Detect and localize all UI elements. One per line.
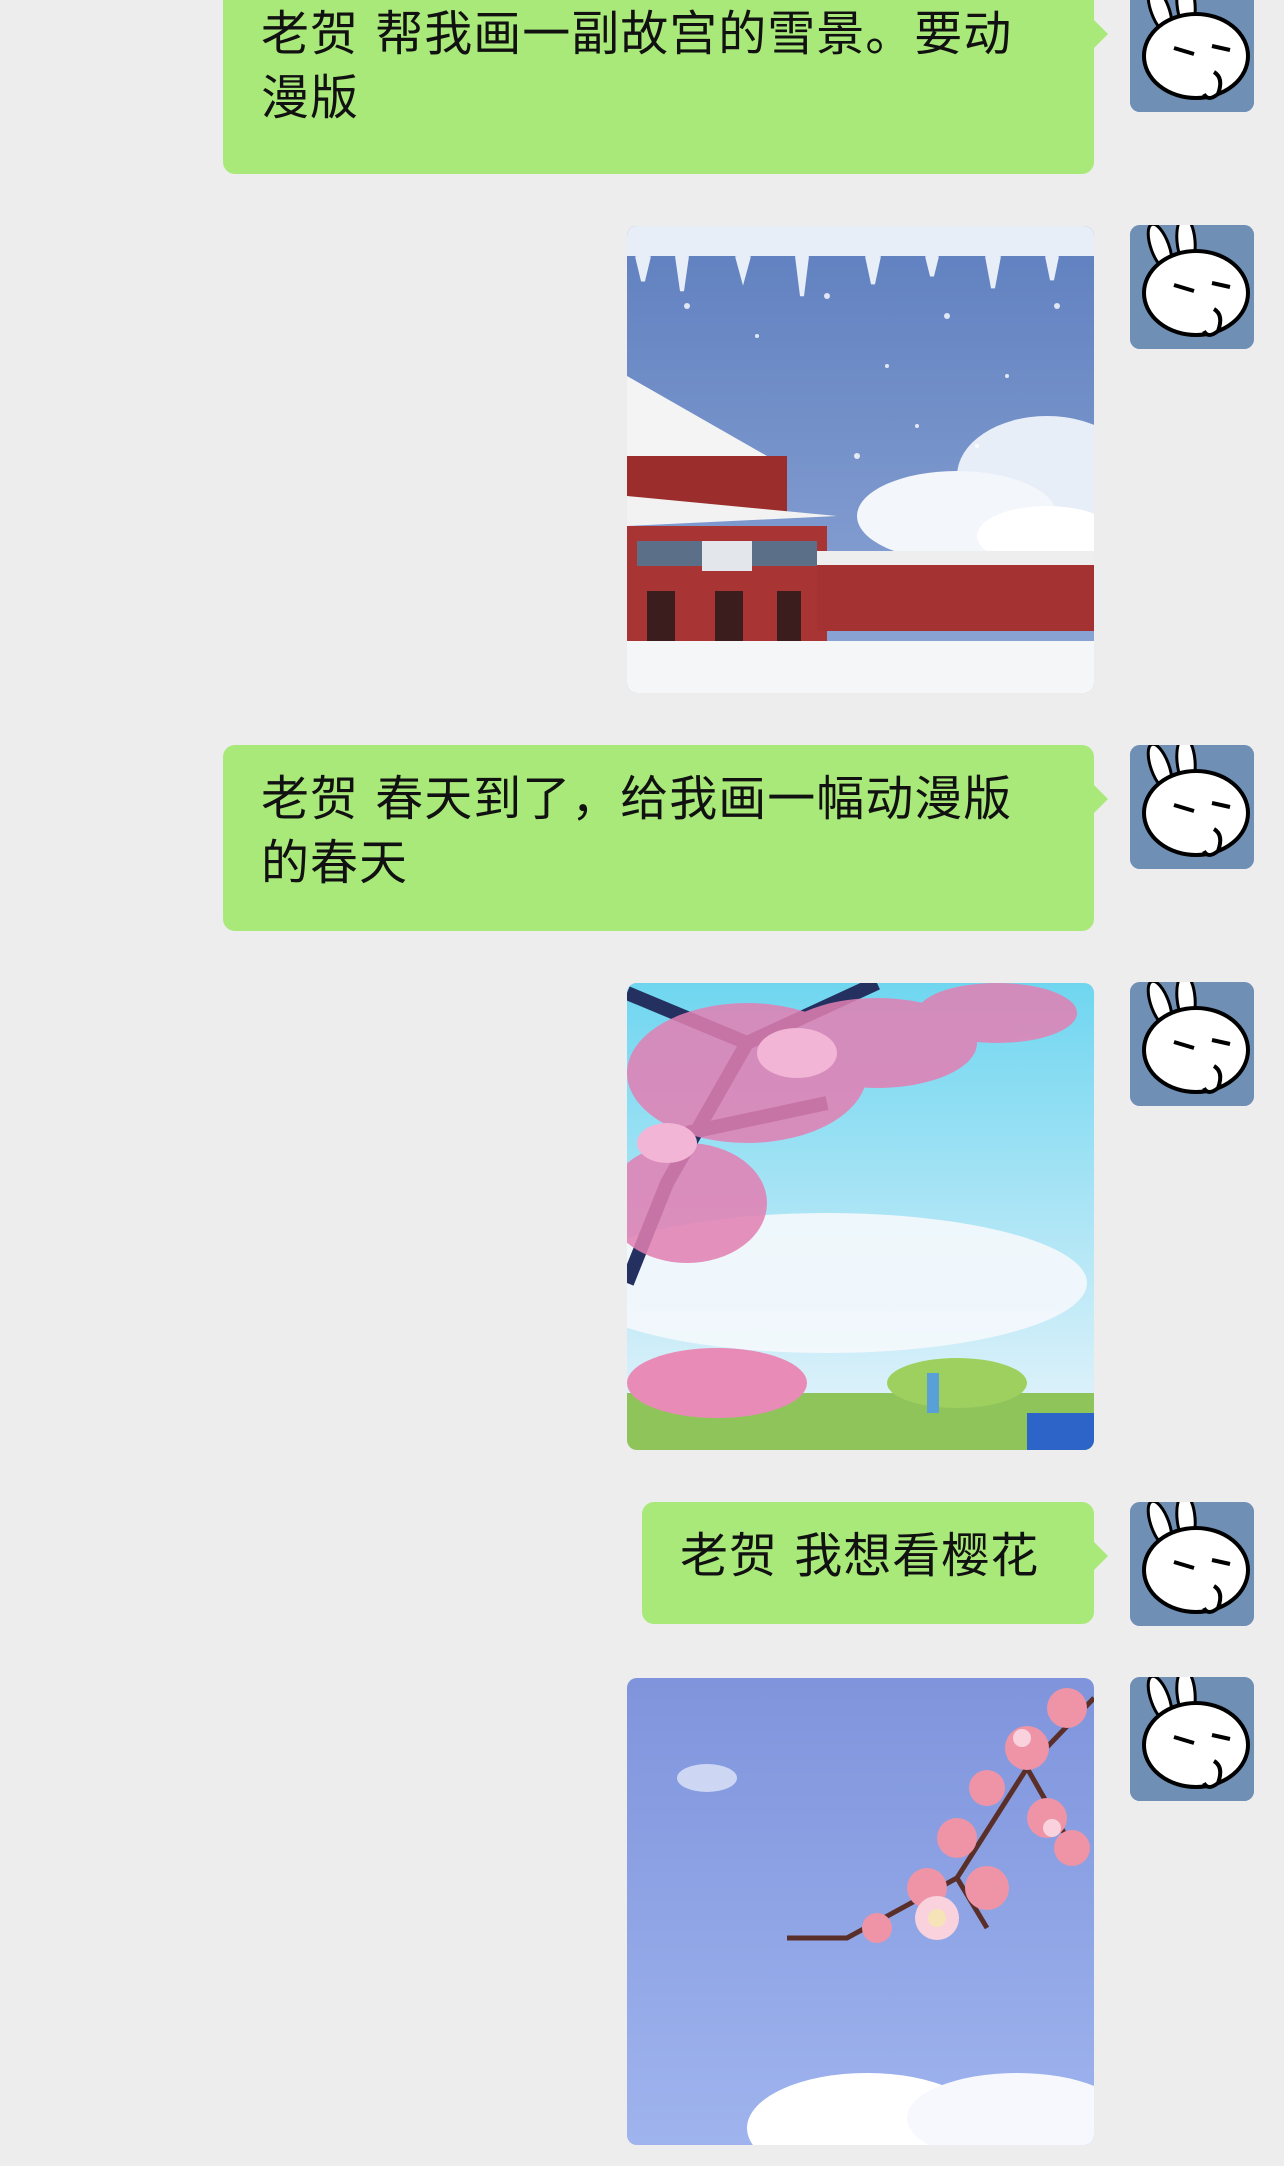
message-text: 老贺 春天到了，给我画一幅动漫版的春天	[261, 771, 1013, 891]
rabbit-avatar-icon	[1130, 1502, 1254, 1626]
message-bubble[interactable]: 老贺 我想看樱花	[642, 1502, 1108, 1624]
message-bubble[interactable]: 老贺 春天到了，给我画一幅动漫版的春天	[223, 745, 1108, 931]
snow-palace-image	[627, 226, 1094, 693]
avatar[interactable]	[1130, 982, 1254, 1106]
rabbit-avatar-icon	[1130, 0, 1254, 112]
avatar[interactable]	[1130, 0, 1254, 112]
image-message-cherry-blossom[interactable]	[627, 1678, 1094, 2145]
spring-trees-image	[627, 983, 1094, 1450]
avatar[interactable]	[1130, 225, 1254, 349]
rabbit-avatar-icon	[1130, 745, 1254, 869]
message-text: 老贺 帮我画一副故宫的雪景。要动漫版	[261, 6, 1013, 126]
cherry-blossom-image	[627, 1678, 1094, 2145]
avatar[interactable]	[1130, 1502, 1254, 1626]
avatar[interactable]	[1130, 745, 1254, 869]
chat-history: 老贺 帮我画一副故宫的雪景。要动漫版 老贺 春天到了，给我画一幅动漫版的春天 老…	[0, 0, 1284, 2166]
rabbit-avatar-icon	[1130, 982, 1254, 1106]
image-message-spring[interactable]	[627, 983, 1094, 1450]
image-message-snow-palace[interactable]	[627, 226, 1094, 693]
rabbit-avatar-icon	[1130, 1677, 1254, 1801]
message-text: 老贺 我想看樱花	[680, 1528, 1040, 1584]
rabbit-avatar-icon	[1130, 225, 1254, 349]
message-bubble[interactable]: 老贺 帮我画一副故宫的雪景。要动漫版	[223, 0, 1108, 174]
avatar[interactable]	[1130, 1677, 1254, 1801]
